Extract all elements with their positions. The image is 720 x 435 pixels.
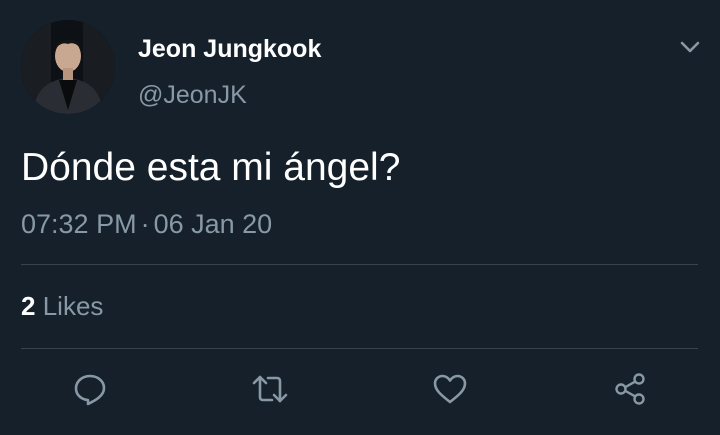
comment-icon	[74, 374, 106, 406]
tweet-date: 06 Jan 20	[153, 209, 273, 239]
tweet-timestamp: 07:32 PM · 06 Jan 20	[21, 205, 272, 243]
avatar-image	[21, 20, 115, 114]
author-handle[interactable]: @JeonJK	[138, 78, 247, 112]
chevron-down-icon	[680, 41, 700, 53]
share-button[interactable]	[608, 368, 652, 410]
divider	[21, 264, 698, 265]
retweet-icon	[252, 375, 288, 403]
share-icon	[615, 373, 645, 405]
likes-stat[interactable]: 2 Likes	[21, 288, 103, 324]
more-options-button[interactable]	[674, 34, 706, 60]
meta-separator: ·	[140, 209, 150, 239]
retweet-button[interactable]	[248, 368, 292, 410]
likes-count: 2	[21, 291, 36, 321]
like-button[interactable]	[428, 368, 472, 410]
divider	[21, 348, 698, 349]
likes-label: Likes	[42, 291, 104, 321]
heart-icon	[433, 374, 467, 404]
avatar[interactable]	[21, 20, 115, 114]
author-display-name[interactable]: Jeon Jungkook	[138, 32, 321, 66]
tweet-detail: Jeon Jungkook @JeonJK Dónde esta mi ánge…	[0, 0, 720, 435]
reply-button[interactable]	[68, 368, 112, 410]
tweet-text: Dónde esta mi ángel?	[21, 146, 401, 189]
tweet-time: 07:32 PM	[21, 209, 137, 239]
